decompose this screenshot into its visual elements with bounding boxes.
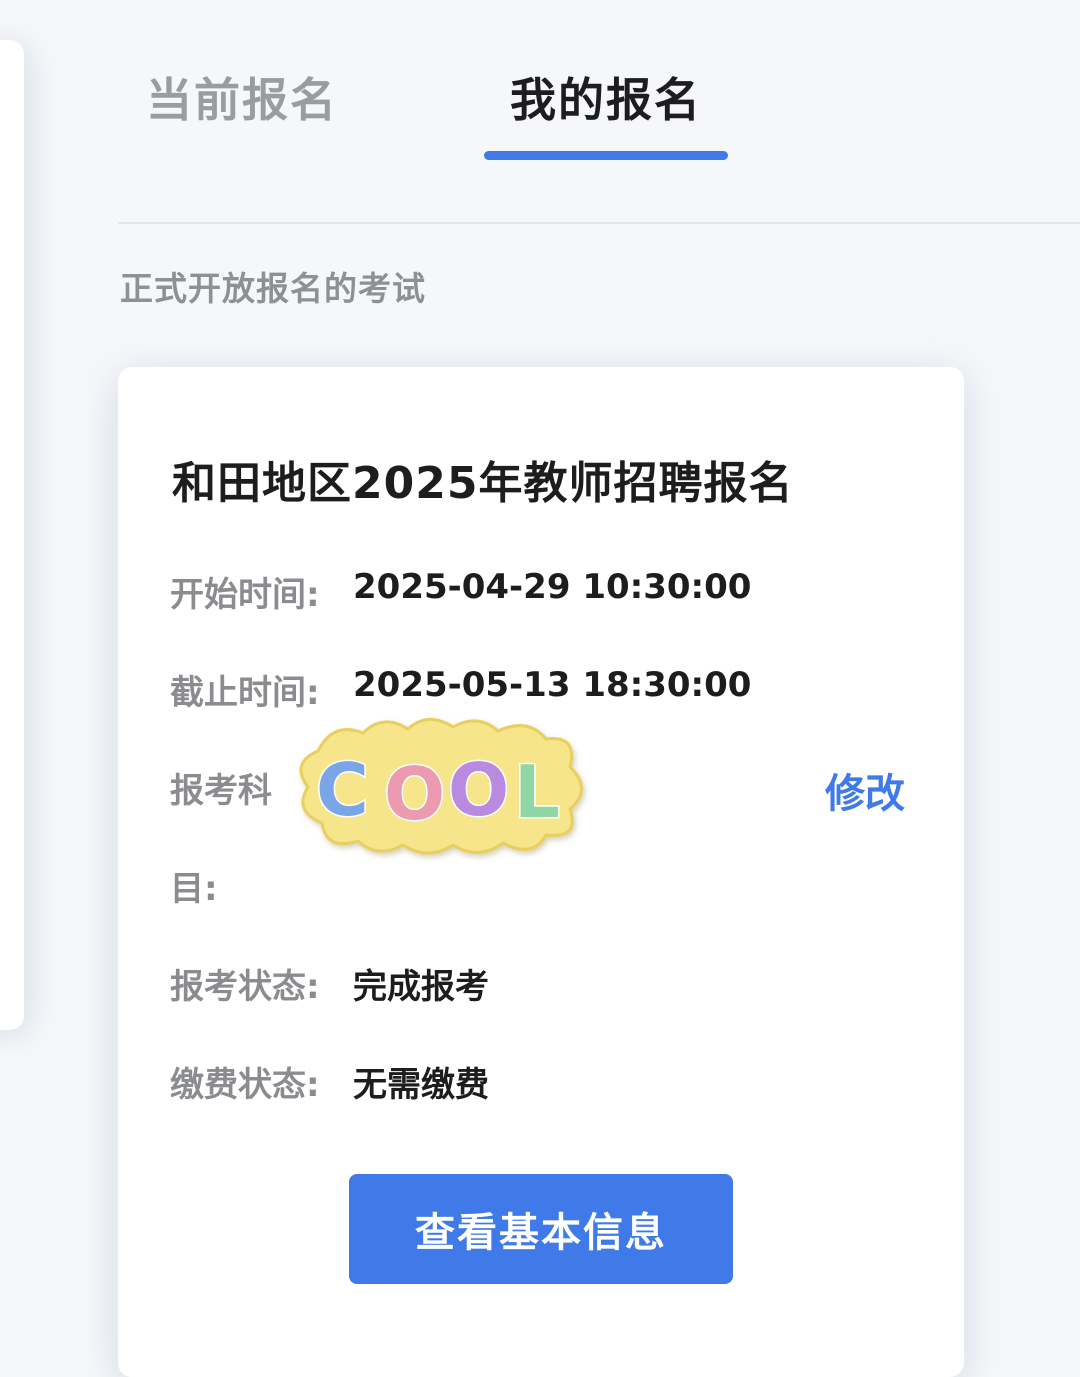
- exam-title: 和田地区2025年教师招聘报名: [172, 458, 794, 509]
- subject-label-continued: 目:: [170, 869, 218, 909]
- start-time-value: 2025-04-29 10:30:00: [353, 567, 752, 607]
- tab-my-registration[interactable]: 我的报名: [510, 70, 702, 130]
- active-tab-indicator: [484, 151, 728, 160]
- start-time-label: 开始时间:: [170, 575, 320, 615]
- end-time-label: 截止时间:: [170, 673, 320, 713]
- exam-card: 和田地区2025年教师招聘报名 开始时间: 2025-04-29 10:30:0…: [118, 367, 964, 1377]
- sticker-letter-c: C: [316, 748, 369, 832]
- sticker-letter-o1: O: [384, 752, 445, 836]
- sticker-letter-l: L: [514, 750, 560, 834]
- payment-status-label: 缴费状态:: [170, 1065, 320, 1105]
- payment-status-value: 无需缴费: [353, 1065, 489, 1105]
- tab-current-registration[interactable]: 当前报名: [146, 70, 338, 130]
- section-title: 正式开放报名的考试: [120, 269, 426, 308]
- sticker-letter-o2: O: [448, 748, 509, 832]
- subject-label: 报考科: [170, 771, 272, 811]
- cool-sticker-image: C O O L: [299, 718, 583, 855]
- registration-status-label: 报考状态:: [170, 967, 320, 1007]
- registration-status-value: 完成报考: [353, 967, 489, 1007]
- end-time-value: 2025-05-13 18:30:00: [353, 665, 752, 705]
- edit-subject-link[interactable]: 修改: [825, 761, 905, 819]
- left-card-edge: [0, 40, 24, 1030]
- tab-bar: 当前报名 我的报名: [118, 0, 1080, 224]
- view-basic-info-button[interactable]: 查看基本信息: [349, 1174, 733, 1284]
